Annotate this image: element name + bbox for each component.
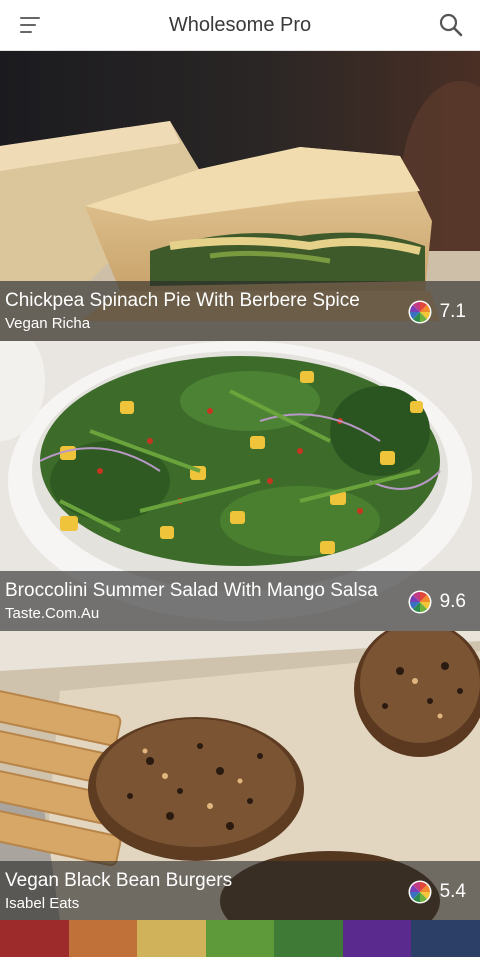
- recipe-card[interactable]: Chickpea Spinach Pie With Berbere Spice …: [0, 51, 480, 341]
- nutrition-score: 7.1: [408, 300, 466, 324]
- search-icon[interactable]: [438, 12, 464, 38]
- recipe-caption: Vegan Black Bean Burgers Isabel Eats 5.4: [0, 861, 480, 921]
- recipe-card[interactable]: Broccolini Summer Salad With Mango Salsa…: [0, 341, 480, 631]
- page-title: Wholesome Pro: [168, 14, 312, 36]
- color-swatch-purple[interactable]: [342, 920, 412, 957]
- hamburger-menu-icon[interactable]: [17, 13, 45, 37]
- recipe-caption: Broccolini Summer Salad With Mango Salsa…: [0, 571, 480, 631]
- recipe-title: Broccolini Summer Salad With Mango Salsa: [5, 580, 378, 601]
- recipe-source: Vegan Richa: [5, 315, 91, 332]
- nutrient-wheel-icon: [408, 300, 432, 324]
- color-swatch-light-green[interactable]: [205, 920, 275, 957]
- color-swatch-yellow[interactable]: [137, 920, 206, 957]
- color-swatch-orange[interactable]: [68, 920, 138, 957]
- app-header: Wholesome Pro: [0, 0, 480, 51]
- color-swatch-blue[interactable]: [411, 920, 480, 957]
- color-filter-bar: [0, 920, 480, 957]
- score-value: 9.6: [439, 591, 466, 612]
- recipe-card[interactable]: Vegan Black Bean Burgers Isabel Eats 5.4: [0, 631, 480, 921]
- recipe-source: Taste.Com.Au: [5, 605, 100, 622]
- score-value: 5.4: [439, 881, 466, 902]
- recipe-title: Vegan Black Bean Burgers: [5, 870, 233, 891]
- color-swatch-red[interactable]: [0, 920, 69, 957]
- color-swatch-green[interactable]: [274, 920, 343, 957]
- score-value: 7.1: [439, 301, 466, 322]
- nutrition-score: 5.4: [408, 880, 466, 904]
- nutrient-wheel-icon: [408, 590, 432, 614]
- recipe-source: Isabel Eats: [5, 895, 80, 912]
- nutrient-wheel-icon: [408, 880, 432, 904]
- recipe-title: Chickpea Spinach Pie With Berbere Spice: [5, 290, 360, 311]
- nutrition-score: 9.6: [408, 590, 466, 614]
- recipe-caption: Chickpea Spinach Pie With Berbere Spice …: [0, 281, 480, 341]
